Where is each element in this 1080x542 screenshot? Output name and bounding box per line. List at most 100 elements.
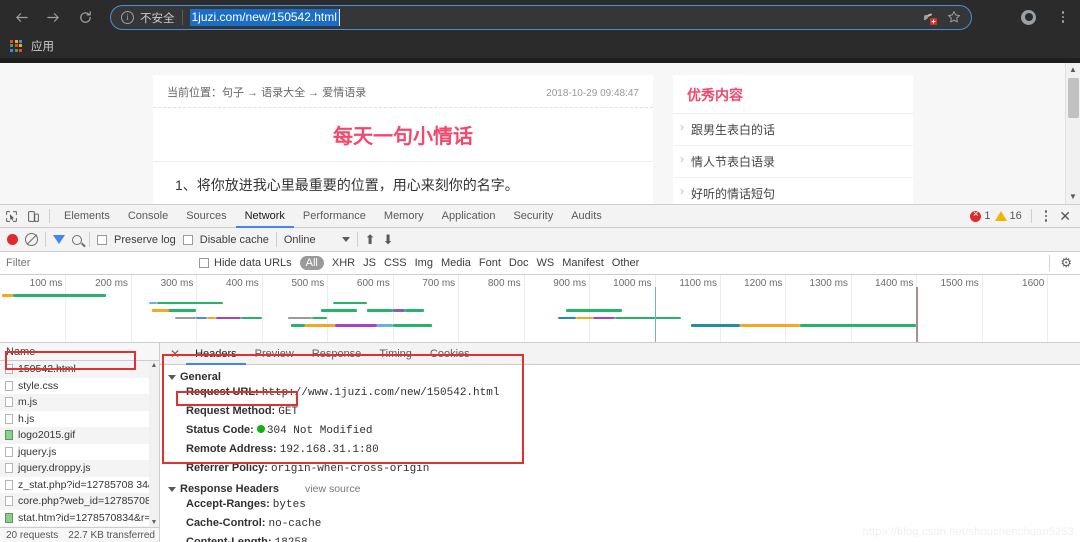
disable-cache-checkbox[interactable] [183, 235, 193, 245]
export-har-icon[interactable]: ⬇ [383, 232, 394, 248]
request-list-scrollbar[interactable]: ▲ ▼ [149, 361, 159, 527]
header-key: Content-Length: [186, 536, 275, 542]
tab-console[interactable]: Console [119, 205, 177, 228]
page-scrollbar[interactable]: ▲ ▼ [1065, 63, 1080, 204]
hide-data-urls-option[interactable]: Hide data URLs [199, 257, 292, 269]
star-icon[interactable] [947, 10, 961, 26]
filter-type-js[interactable]: JS [363, 257, 376, 269]
table-row[interactable]: stat.htm?id=1278570834&r=h. [0, 510, 159, 527]
overview-tick-label: 800 ms [488, 278, 521, 289]
bookmarks-apps-label[interactable]: 应用 [31, 38, 54, 54]
scroll-down-arrow-icon[interactable]: ▼ [1066, 190, 1080, 204]
reload-icon[interactable] [72, 4, 98, 30]
table-row[interactable]: m.js [0, 394, 159, 411]
detail-tab-preview[interactable]: Preview [246, 343, 303, 365]
inspect-element-icon[interactable] [0, 205, 22, 227]
tabbar-divider [49, 209, 50, 223]
table-row[interactable]: jquery.droppy.js [0, 460, 159, 477]
hide-data-urls-label: Hide data URLs [214, 257, 292, 269]
table-row[interactable]: logo2015.gif [0, 427, 159, 444]
detail-tab-headers[interactable]: Headers [186, 343, 246, 365]
scroll-down-arrow-icon[interactable]: ▼ [149, 518, 159, 527]
address-bar[interactable]: i 不安全 1juzi.com/new/150542.html [110, 5, 972, 30]
response-headers-header[interactable]: Response Headers view source [168, 483, 1080, 495]
filter-funnel-icon[interactable] [53, 235, 65, 244]
filter-type-doc[interactable]: Doc [509, 257, 529, 269]
request-name: stat.htm?id=1278570834&r=h. [18, 510, 159, 527]
table-row[interactable]: h.js [0, 411, 159, 428]
general-section: General Request URL: http://www.1juzi.co… [160, 365, 1080, 478]
tab-sources[interactable]: Sources [177, 205, 235, 228]
tab-application[interactable]: Application [433, 205, 505, 228]
script-icon [5, 480, 13, 490]
filter-type-css[interactable]: CSS [384, 257, 407, 269]
general-section-header[interactable]: General [168, 371, 1080, 383]
table-row[interactable]: jquery.js [0, 444, 159, 461]
detail-tab-timing[interactable]: Timing [370, 343, 421, 365]
detail-tab-cookies[interactable]: Cookies [421, 343, 479, 365]
overview-request-bar [615, 317, 680, 320]
apps-grid-icon[interactable] [10, 40, 23, 53]
preserve-log-label[interactable]: Preserve log [114, 234, 176, 246]
profile-avatar-icon[interactable] [1021, 10, 1036, 25]
view-source-link[interactable]: view source [305, 483, 360, 495]
request-list[interactable]: Name 150542.htmlstyle.cssm.jsh.jslogo201… [0, 343, 160, 542]
more-options-icon[interactable] [1041, 210, 1052, 222]
page-viewport: 当前位置：句子 → 语录大全 → 爱情语录 2018-10-29 09:48:4… [0, 63, 1080, 204]
filter-type-img[interactable]: Img [415, 257, 433, 269]
filter-type-xhr[interactable]: XHR [332, 257, 355, 269]
preserve-log-checkbox[interactable] [97, 235, 107, 245]
tab-audits[interactable]: Audits [562, 205, 611, 228]
table-row[interactable]: z_stat.php?id=12785708 34&... [0, 477, 159, 494]
tab-security[interactable]: Security [504, 205, 562, 228]
table-row[interactable]: 150542.html [0, 361, 159, 378]
filter-type-ws[interactable]: WS [536, 257, 554, 269]
scroll-up-arrow-icon[interactable]: ▲ [149, 361, 159, 370]
import-har-icon[interactable]: ⬆ [365, 232, 376, 248]
close-devtools-icon[interactable]: ✕ [1055, 208, 1075, 225]
filter-type-media[interactable]: Media [441, 257, 471, 269]
header-value: 304 Not Modified [267, 425, 373, 437]
filter-type-font[interactable]: Font [479, 257, 501, 269]
scroll-up-arrow-icon[interactable]: ▲ [1066, 63, 1080, 77]
tab-memory[interactable]: Memory [375, 205, 433, 228]
table-row[interactable]: core.php?web_id=127857083. [0, 493, 159, 510]
sidebar-link-3[interactable]: 好听的情话短句 [673, 178, 913, 204]
back-arrow-icon[interactable] [8, 4, 34, 30]
warning-badge[interactable]: 16 [995, 210, 1022, 222]
error-badge[interactable]: 1 [970, 210, 990, 222]
filter-type-manifest[interactable]: Manifest [562, 257, 604, 269]
gear-icon[interactable]: ⚙ [1049, 255, 1072, 271]
close-detail-icon[interactable]: ✕ [164, 347, 186, 361]
throttling-select[interactable]: Online [284, 234, 350, 246]
tab-elements[interactable]: Elements [55, 205, 119, 228]
extension-icon[interactable] [922, 10, 938, 26]
scrollbar-thumb[interactable] [1068, 78, 1079, 118]
clear-icon[interactable] [25, 233, 38, 246]
filter-type-all[interactable]: All [300, 256, 324, 270]
forward-arrow-icon[interactable] [40, 4, 66, 30]
search-icon[interactable] [72, 235, 82, 245]
tab-network[interactable]: Network [236, 205, 294, 228]
sidebar-link-2[interactable]: 情人节表白语录 [673, 146, 913, 178]
overview-request-bar [393, 324, 432, 327]
disable-cache-label[interactable]: Disable cache [200, 234, 269, 246]
request-list-header: Name [0, 343, 159, 361]
script-icon [5, 447, 13, 457]
site-info-icon[interactable]: i [121, 11, 134, 24]
filter-type-other[interactable]: Other [612, 257, 640, 269]
bookmarks-bar: 应用 [0, 34, 1080, 58]
detail-tab-response[interactable]: Response [303, 343, 371, 365]
record-stop-icon[interactable] [7, 234, 18, 245]
table-row[interactable]: style.css [0, 378, 159, 395]
network-overview-waterfall[interactable]: 100 ms200 ms300 ms400 ms500 ms600 ms700 … [0, 275, 1080, 343]
header-key: Remote Address: [186, 443, 280, 455]
device-toolbar-icon[interactable] [22, 205, 44, 227]
sidebar-link-1[interactable]: 跟男生表白的话 [673, 114, 913, 146]
overview-tick-label: 900 ms [553, 278, 586, 289]
tab-performance[interactable]: Performance [294, 205, 375, 228]
three-dot-menu-icon[interactable] [1056, 8, 1070, 26]
url-input[interactable]: 1juzi.com/new/150542.html [190, 9, 340, 26]
filter-input[interactable] [6, 257, 176, 269]
hide-data-urls-checkbox[interactable] [199, 258, 209, 268]
